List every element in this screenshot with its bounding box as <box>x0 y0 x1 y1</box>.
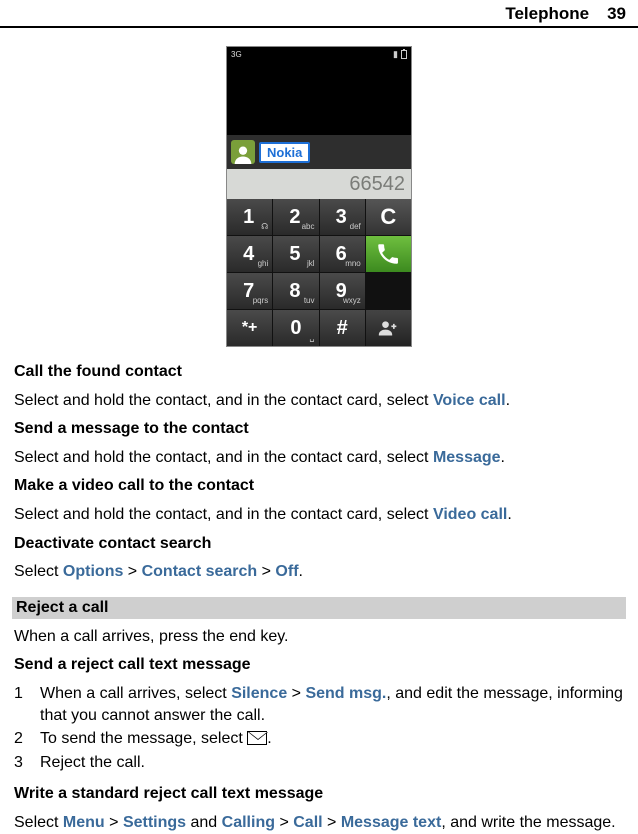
add-contact-icon <box>378 318 398 338</box>
key-add-contact[interactable] <box>366 310 411 346</box>
ui-voice-call: Voice call <box>433 392 506 409</box>
voicemail-icon: ☊ <box>261 222 268 231</box>
phone-screenshot: 3G ▮ Nokia 66542 1☊ 2abc 3def C 4ghi <box>14 46 624 347</box>
ui-calling: Calling <box>222 814 275 831</box>
text-deactivate-search: Select Options > Contact search > Off. <box>14 561 624 583</box>
envelope-icon <box>247 731 267 745</box>
ui-settings: Settings <box>123 814 186 831</box>
status-icons: ▮ <box>393 49 407 60</box>
text-reject-intro: When a call arrives, press the end key. <box>14 626 624 648</box>
key-7[interactable]: 7pqrs <box>227 273 272 309</box>
header-page-number: 39 <box>607 4 626 24</box>
dialed-number-display: 66542 <box>227 169 411 199</box>
heading-send-reject-msg: Send a reject call text message <box>14 654 624 676</box>
step-2: 2 To send the message, select . <box>14 728 624 750</box>
ui-message-text: Message text <box>341 814 442 831</box>
text-send-message: Select and hold the contact, and in the … <box>14 447 624 469</box>
heading-write-standard-msg: Write a standard reject call text messag… <box>14 783 624 805</box>
key-3[interactable]: 3def <box>320 199 365 235</box>
key-call[interactable] <box>366 236 411 272</box>
key-8[interactable]: 8tuv <box>273 273 318 309</box>
contact-result-row[interactable]: Nokia <box>227 135 411 169</box>
key-9[interactable]: 9wxyz <box>320 273 365 309</box>
header-section: Telephone <box>505 4 589 24</box>
key-hash[interactable]: # <box>320 310 365 346</box>
phone-icon <box>375 241 401 267</box>
phone-display-area <box>227 61 411 135</box>
phone-frame: 3G ▮ Nokia 66542 1☊ 2abc 3def C 4ghi <box>226 46 412 347</box>
text-write-standard-msg: Select Menu > Settings and Calling > Cal… <box>14 812 624 834</box>
key-5[interactable]: 5jkl <box>273 236 318 272</box>
heading-send-message: Send a message to the contact <box>14 418 624 440</box>
step-3: 3 Reject the call. <box>14 752 624 774</box>
key-star[interactable]: *+ <box>227 310 272 346</box>
contact-name-chip[interactable]: Nokia <box>259 142 310 163</box>
steps-send-reject-msg: 1 When a call arrives, select Silence > … <box>14 683 624 773</box>
key-6[interactable]: 6mno <box>320 236 365 272</box>
avatar-icon <box>231 140 255 164</box>
key-clear[interactable]: C <box>366 199 411 235</box>
ui-call: Call <box>293 814 322 831</box>
network-indicator: 3G <box>231 50 242 59</box>
ui-off: Off <box>275 563 298 580</box>
key-1[interactable]: 1☊ <box>227 199 272 235</box>
ui-contact-search: Contact search <box>142 563 258 580</box>
page-content: 3G ▮ Nokia 66542 1☊ 2abc 3def C 4ghi <box>0 28 638 834</box>
heading-video-call: Make a video call to the contact <box>14 475 624 497</box>
ui-silence: Silence <box>231 685 287 702</box>
section-bar-reject-call: Reject a call <box>12 597 626 619</box>
phone-statusbar: 3G ▮ <box>227 47 411 61</box>
page-header: Telephone 39 <box>0 0 638 28</box>
text-call-found-contact: Select and hold the contact, and in the … <box>14 390 624 412</box>
key-4[interactable]: 4ghi <box>227 236 272 272</box>
signal-icon: ▮ <box>393 49 398 60</box>
heading-call-found-contact: Call the found contact <box>14 361 624 383</box>
heading-deactivate-search: Deactivate contact search <box>14 533 624 555</box>
battery-icon <box>401 50 407 59</box>
step-1: 1 When a call arrives, select Silence > … <box>14 683 624 726</box>
ui-message: Message <box>433 449 501 466</box>
key-2[interactable]: 2abc <box>273 199 318 235</box>
ui-video-call: Video call <box>433 506 507 523</box>
dialer-keypad: 1☊ 2abc 3def C 4ghi 5jkl 6mno 7pqrs 8tuv… <box>227 199 411 346</box>
key-0[interactable]: 0␣ <box>273 310 318 346</box>
ui-options: Options <box>63 563 123 580</box>
ui-menu: Menu <box>63 814 105 831</box>
text-video-call: Select and hold the contact, and in the … <box>14 504 624 526</box>
ui-send-msg: Send msg. <box>305 685 386 702</box>
